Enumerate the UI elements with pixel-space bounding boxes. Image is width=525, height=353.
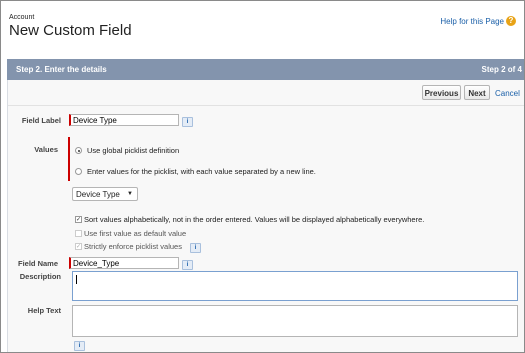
radio-global-picklist[interactable] [75, 147, 82, 154]
default-value-label: Use first value as default value [84, 229, 187, 238]
sort-values-checkbox[interactable]: ✓ [75, 216, 82, 223]
next-button[interactable]: Next [464, 85, 490, 100]
field-name-input[interactable]: Device_Type [69, 257, 179, 269]
radio-manual-values[interactable] [75, 168, 82, 175]
window-frame: Account New Custom Field Help for this P… [0, 0, 525, 353]
radio-global-picklist-label: Use global picklist definition [87, 146, 180, 155]
field-name-label: Field Name [17, 259, 58, 268]
sort-values-label: Sort values alphabetically, not in the o… [84, 215, 425, 224]
step-header-bar: Step 2. Enter the details Step 2 of 4 [7, 59, 524, 80]
help-text-info-icon[interactable]: i [74, 341, 85, 351]
cancel-link[interactable]: Cancel [495, 89, 520, 98]
object-label: Account [9, 14, 35, 21]
strict-picklist-info-icon[interactable]: i [190, 243, 201, 253]
help-text-textarea[interactable] [72, 305, 518, 337]
chevron-down-icon: ▼ [127, 191, 133, 197]
strict-picklist-label: Strictly enforce picklist values [84, 242, 182, 251]
strict-picklist-checkbox: ✓ [75, 243, 82, 250]
required-indicator [68, 137, 70, 181]
divider [8, 105, 524, 106]
field-label-info-icon[interactable]: i [182, 117, 193, 127]
help-text-label: Help Text [27, 306, 61, 315]
default-value-checkbox[interactable] [75, 230, 82, 237]
description-textarea[interactable] [72, 271, 518, 301]
text-cursor [76, 275, 77, 284]
previous-button[interactable]: Previous [422, 85, 461, 100]
field-name-info-icon[interactable]: i [182, 260, 193, 270]
global-picklist-value: Device Type [76, 190, 120, 199]
global-picklist-select[interactable]: Device Type ▼ [72, 187, 138, 201]
page-title: New Custom Field [9, 22, 132, 39]
step-title: Step 2. Enter the details [16, 65, 107, 74]
values-label: Values [34, 145, 58, 154]
description-label: Description [19, 272, 61, 281]
step-count: Step 2 of 4 [481, 65, 522, 74]
field-label-input[interactable]: Device Type [69, 114, 179, 126]
help-link[interactable]: Help for this Page [440, 17, 504, 26]
field-label-label: Field Label [21, 116, 61, 125]
radio-manual-values-label: Enter values for the picklist, with each… [87, 167, 316, 176]
help-icon[interactable]: ? [506, 16, 516, 26]
